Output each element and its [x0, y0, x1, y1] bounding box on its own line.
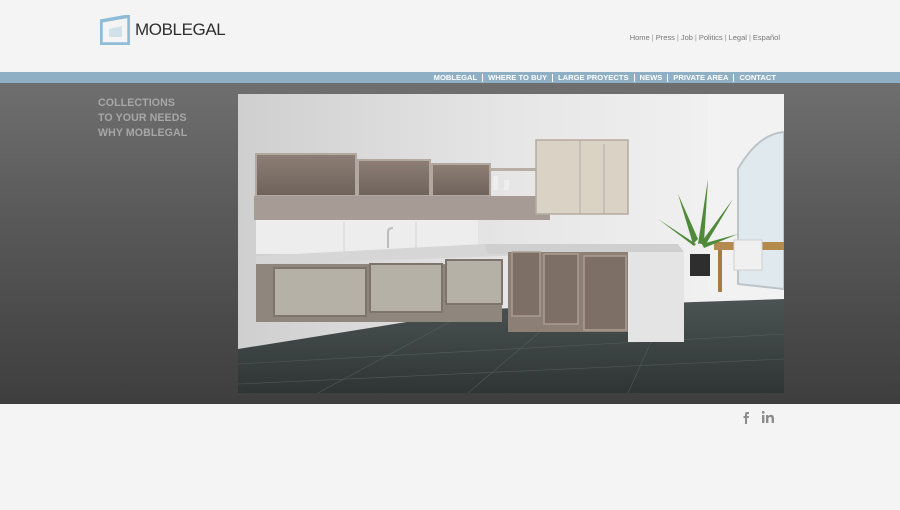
- top-link-press[interactable]: Press: [656, 33, 675, 42]
- linkedin-icon[interactable]: [761, 410, 775, 424]
- brand-name: MOBLEGAL: [135, 20, 226, 39]
- brand-logo[interactable]: MOBLEGAL: [100, 15, 226, 45]
- side-menu-why-moblegal[interactable]: WHY MOBLEGAL: [98, 126, 187, 141]
- main-nav: MOBLEGAL WHERE TO BUY LARGE PROYECTS NEW…: [429, 72, 781, 83]
- facebook-icon[interactable]: [739, 410, 753, 424]
- top-link-home[interactable]: Home: [630, 33, 650, 42]
- side-menu: COLLECTIONS TO YOUR NEEDS WHY MOBLEGAL: [98, 96, 187, 141]
- social-links: [739, 410, 775, 424]
- nav-item-contact[interactable]: CONTACT: [734, 72, 781, 83]
- top-link-espanol[interactable]: Español: [753, 33, 780, 42]
- nav-item-moblegal[interactable]: MOBLEGAL: [429, 72, 482, 83]
- logo-mark-icon: [100, 15, 130, 45]
- nav-item-private-area[interactable]: PRIVATE AREA: [668, 72, 733, 83]
- main-content: COLLECTIONS TO YOUR NEEDS WHY MOBLEGAL: [0, 83, 900, 404]
- top-link-job[interactable]: Job: [681, 33, 693, 42]
- nav-item-large-proyects[interactable]: LARGE PROYECTS: [553, 72, 633, 83]
- kitchen-photo-icon: [238, 94, 784, 393]
- top-links: Home | Press | Job | Politics | Legal | Español: [630, 33, 780, 42]
- side-menu-to-your-needs[interactable]: TO YOUR NEEDS: [98, 111, 187, 126]
- top-link-politics[interactable]: Politics: [699, 33, 723, 42]
- main-nav-bar: MOBLEGAL WHERE TO BUY LARGE PROYECTS NEW…: [0, 72, 900, 83]
- nav-item-where-to-buy[interactable]: WHERE TO BUY: [483, 72, 552, 83]
- footer: [0, 404, 900, 510]
- top-link-legal[interactable]: Legal: [729, 33, 747, 42]
- side-menu-collections[interactable]: COLLECTIONS: [98, 96, 187, 111]
- hero-kitchen-image: [238, 94, 784, 393]
- header: MOBLEGAL Home | Press | Job | Politics | Legal | E…: [0, 0, 900, 72]
- nav-item-news[interactable]: NEWS: [635, 72, 668, 83]
